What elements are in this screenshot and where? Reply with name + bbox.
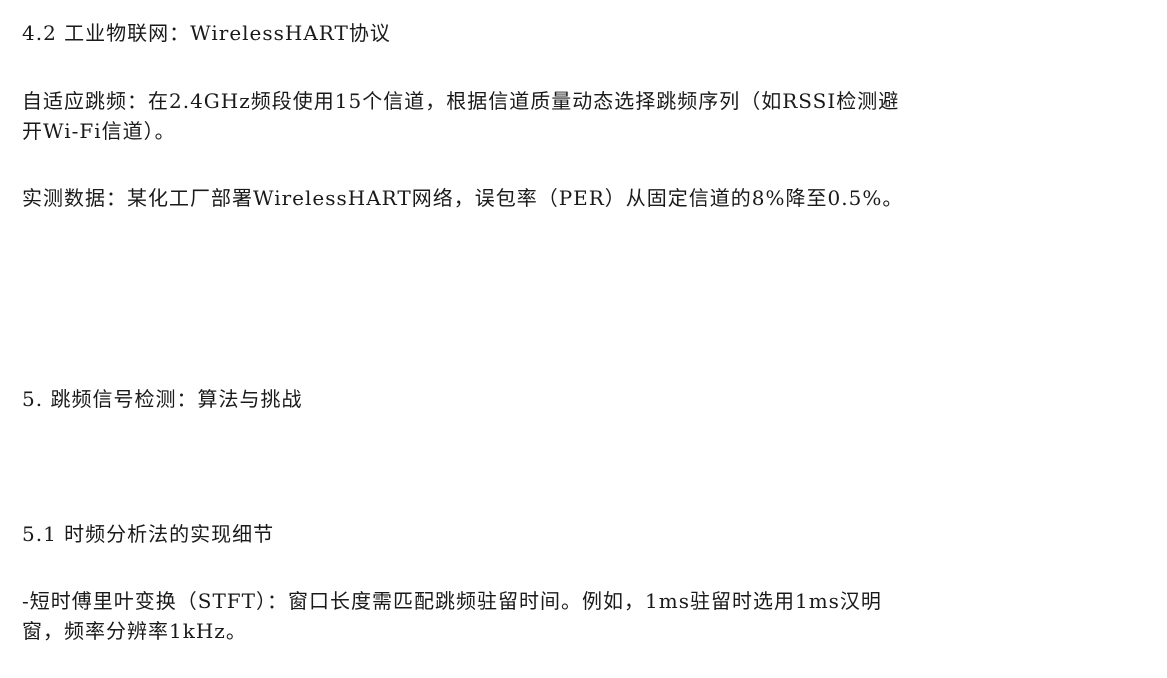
document-page: 4.2 工业物联网：WirelessHART协议 自适应跳频：在2.4GHz频段…: [0, 0, 1167, 678]
section-heading-4-2: 4.2 工业物联网：WirelessHART协议: [22, 21, 391, 45]
paragraph-measured-data: 实测数据：某化工厂部署WirelessHART网络，误包率（PER）从固定信道的…: [22, 186, 904, 210]
paragraph-stft-line-2: 窗，频率分辨率1kHz。: [22, 619, 247, 643]
paragraph-stft-line-1: -短时傅里叶变换（STFT）：窗口长度需匹配跳频驻留时间。例如，1ms驻留时选用…: [22, 589, 882, 613]
paragraph-adaptive-hopping-line-2: 开Wi-Fi信道）。: [22, 119, 176, 143]
paragraph-adaptive-hopping-line-1: 自适应跳频：在2.4GHz频段使用15个信道，根据信道质量动态选择跳频序列（如R…: [22, 89, 900, 113]
section-heading-5: 5. 跳频信号检测：算法与挑战: [22, 387, 303, 411]
section-heading-5-1: 5.1 时频分析法的实现细节: [22, 522, 275, 546]
